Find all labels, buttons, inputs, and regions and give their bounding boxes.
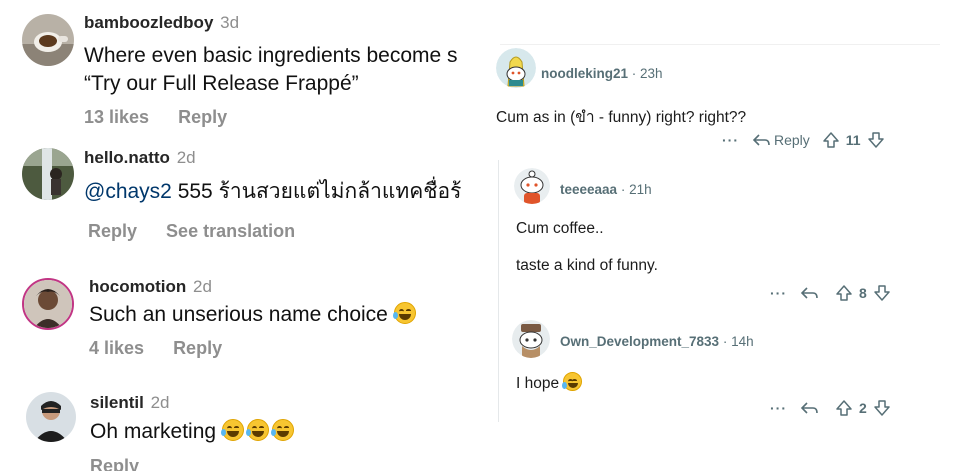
reply-button[interactable]: Reply <box>173 338 222 358</box>
username[interactable]: silentil 2d <box>90 393 170 413</box>
reply-label: Reply <box>774 132 810 148</box>
comment-text: Cum as in (ขำ - funny) right? right?? <box>496 109 747 126</box>
reddit-thread: noodleking21 · 23h Cum as in (ขำ - funny… <box>476 44 960 428</box>
username[interactable]: Own_Development_7833 · 14h <box>560 334 754 349</box>
vote-count: 8 <box>859 285 867 301</box>
timestamp: 3d <box>220 13 240 32</box>
selfie-avatar <box>26 392 76 442</box>
comment-actions: 4 likes Reply <box>89 338 246 359</box>
upvote-icon[interactable] <box>822 131 840 149</box>
hat-snoo-avatar <box>512 320 550 358</box>
vote-group: 2 <box>835 399 891 417</box>
vote-group: 8 <box>835 284 891 302</box>
username-text[interactable]: teeeeaaa <box>560 182 617 197</box>
thread-line[interactable] <box>498 160 499 422</box>
comment-line: 555 ร้านสวยแต่ไม่กล้าแทคชื่อร้ <box>171 180 462 203</box>
username[interactable]: hocomotion 2d <box>89 277 212 297</box>
reply-arrow-icon <box>800 287 818 299</box>
comment-text: Such an unserious name choice <box>89 301 419 329</box>
vote-group: 11 <box>822 131 885 149</box>
username-text[interactable]: hello.natto <box>84 148 170 167</box>
avatar[interactable] <box>22 148 74 200</box>
avatar[interactable] <box>22 14 74 66</box>
laughing-emoji <box>392 302 416 324</box>
reply-button[interactable]: Reply <box>90 456 139 471</box>
snoo-avatar <box>514 168 550 204</box>
comment-actions: 13 likes Reply <box>84 107 251 128</box>
laughing-emoji <box>562 372 583 391</box>
vote-count: 2 <box>859 400 867 416</box>
timestamp: 2d <box>150 393 170 412</box>
likes-count[interactable]: 13 likes <box>84 107 149 127</box>
timestamp: 2d <box>176 148 196 167</box>
more-icon: ··· <box>770 285 787 301</box>
timestamp: 2d <box>193 277 212 296</box>
reply-button[interactable] <box>799 285 819 301</box>
comment-line: Oh marketing <box>90 420 217 443</box>
timestamp: · 21h <box>620 182 652 197</box>
avatar[interactable] <box>514 168 550 204</box>
username-text[interactable]: noodleking21 <box>541 66 628 81</box>
see-translation-button[interactable]: See translation <box>166 221 295 241</box>
avatar[interactable] <box>512 320 550 358</box>
username-text[interactable]: silentil <box>90 393 144 412</box>
mention-link[interactable]: @chays2 <box>84 180 172 203</box>
comment-line: “Try our Full Release Frappé” <box>84 72 359 95</box>
divider <box>500 44 940 45</box>
laughing-emoji <box>220 419 244 441</box>
reply-button[interactable]: Reply <box>178 107 227 127</box>
banana-snoo-avatar <box>496 48 536 88</box>
timestamp: · 14h <box>722 334 754 349</box>
username[interactable]: hello.natto 2d <box>84 148 196 168</box>
upvote-icon[interactable] <box>835 284 853 302</box>
more-button[interactable]: ··· <box>722 132 739 148</box>
laughing-emoji <box>245 419 269 441</box>
reply-button[interactable]: Reply <box>751 132 810 148</box>
avatar[interactable] <box>26 392 76 442</box>
waterfall-avatar <box>22 148 74 200</box>
reply-arrow-icon <box>800 402 818 414</box>
comment-line: I hope <box>516 375 560 392</box>
comment-line: Such an unserious name choice <box>89 303 388 326</box>
comment-actions: Reply <box>90 456 163 471</box>
more-button[interactable]: ··· <box>770 285 787 301</box>
more-icon: ··· <box>770 400 787 416</box>
vote-count: 11 <box>845 132 861 148</box>
username[interactable]: noodleking21 · 23h <box>541 66 663 81</box>
coffee-avatar <box>22 14 74 66</box>
comment-text: Cum coffee.. <box>516 220 604 237</box>
upvote-icon[interactable] <box>835 399 853 417</box>
username-text[interactable]: hocomotion <box>89 277 186 296</box>
comment-text: I hope <box>516 372 585 393</box>
portrait-avatar <box>24 280 72 328</box>
username-text[interactable]: Own_Development_7833 <box>560 334 719 349</box>
reply-button[interactable] <box>799 400 819 416</box>
username-text[interactable]: bamboozledboy <box>84 13 213 32</box>
comment-text: taste a kind of funny. <box>516 257 658 274</box>
likes-count[interactable]: 4 likes <box>89 338 144 358</box>
more-button[interactable]: ··· <box>770 400 787 416</box>
downvote-icon[interactable] <box>867 131 885 149</box>
username[interactable]: bamboozledboy 3d <box>84 13 239 33</box>
comment-action-bar: ··· 2 <box>770 398 903 418</box>
comment-text: Where even basic ingredients become s “T… <box>84 42 458 98</box>
comment-line: Where even basic ingredients become s <box>84 44 458 67</box>
downvote-icon[interactable] <box>873 399 891 417</box>
timestamp: · 23h <box>631 66 663 81</box>
avatar[interactable] <box>496 48 536 88</box>
downvote-icon[interactable] <box>873 284 891 302</box>
comment-action-bar: ··· 8 <box>770 283 903 303</box>
comment-actions: Reply See translation <box>88 221 319 242</box>
comment-text: Oh marketing <box>90 418 297 446</box>
username[interactable]: teeeeaaa · 21h <box>560 182 652 197</box>
avatar[interactable] <box>22 278 74 330</box>
reply-arrow-icon <box>752 134 770 146</box>
comment-text: @chays2 555 ร้านสวยแต่ไม่กล้าแทคชื่อร้ <box>84 178 461 206</box>
laughing-emoji <box>270 419 294 441</box>
more-icon: ··· <box>722 132 739 148</box>
reply-button[interactable]: Reply <box>88 221 137 241</box>
comment-action-bar: ··· Reply 11 <box>722 130 897 150</box>
